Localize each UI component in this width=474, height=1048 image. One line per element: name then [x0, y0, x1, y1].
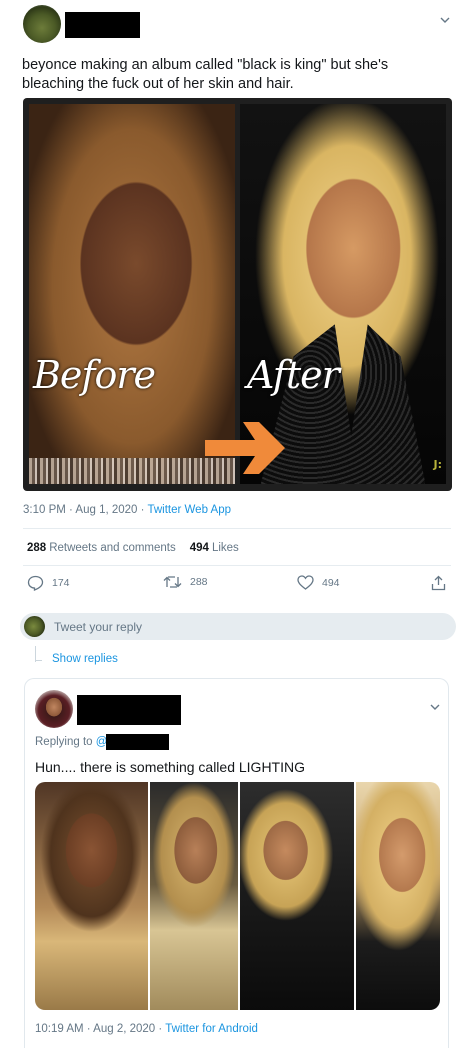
heart-icon [297, 575, 314, 590]
tweet-actions: 174 288 494 [23, 575, 451, 597]
reply-timestamp: 10:19 AM · Aug 2, 2020 · Twitter for And… [35, 1023, 258, 1035]
share-button[interactable] [431, 575, 454, 591]
watermark: J: [433, 458, 443, 471]
reply-media[interactable] [35, 782, 440, 1010]
retweet-button[interactable]: 288 [163, 575, 208, 589]
tweet-app[interactable]: Twitter Web App [147, 504, 231, 516]
replying-to-handle-redacted[interactable] [106, 734, 169, 750]
divider [23, 565, 451, 566]
thread-connector [35, 660, 42, 661]
reply-icon [27, 575, 44, 591]
retweet-icon [163, 576, 182, 588]
retweets-label[interactable]: Retweets and comments [49, 542, 176, 554]
reply-photo-4[interactable] [356, 782, 440, 1010]
retweet-count: 288 [190, 576, 208, 588]
meta-separator: · [155, 1023, 166, 1035]
tweet-media[interactable]: Before After J: [23, 98, 452, 491]
reply-author-name-redacted[interactable] [77, 695, 181, 725]
reply-photo-3[interactable] [240, 782, 354, 1010]
likes-count[interactable]: 494 [190, 542, 209, 554]
tweet-time[interactable]: 3:10 PM · Aug 1, 2020 [23, 504, 137, 516]
reply-count: 174 [52, 577, 70, 589]
reply-time[interactable]: 10:19 AM · Aug 2, 2020 [35, 1023, 155, 1035]
author-name-redacted[interactable] [65, 12, 140, 38]
arrow-right-icon [205, 422, 285, 474]
author-avatar[interactable] [23, 5, 61, 43]
user-avatar [24, 616, 45, 637]
after-label: After [247, 353, 340, 397]
divider [23, 528, 451, 529]
tweet-text: beyonce making an album called "black is… [22, 57, 389, 92]
reply-tweet[interactable]: Replying to @ Hun.... there is something… [24, 678, 449, 1048]
reply-placeholder[interactable]: Tweet your reply [54, 620, 142, 634]
show-replies-link[interactable]: Show replies [52, 653, 118, 665]
tweet-timestamp: 3:10 PM · Aug 1, 2020 · Twitter Web App [23, 504, 231, 516]
reply-author-avatar[interactable] [35, 690, 73, 728]
like-button[interactable]: 494 [297, 575, 340, 590]
reply-photo-2[interactable] [150, 782, 238, 1010]
reply-photo-1[interactable] [35, 782, 148, 1010]
share-icon [431, 575, 446, 591]
reply-composer[interactable]: Tweet your reply [20, 613, 456, 640]
like-count: 494 [322, 576, 340, 589]
retweets-count[interactable]: 288 [27, 542, 46, 554]
replying-to: Replying to @ [35, 736, 107, 748]
tweet-stats: 288 Retweets and comments 494 Likes [27, 542, 239, 554]
reply-app[interactable]: Twitter for Android [165, 1023, 258, 1035]
meta-separator: · [137, 504, 148, 516]
chevron-down-icon[interactable] [440, 17, 450, 24]
likes-label[interactable]: Likes [212, 542, 239, 554]
chevron-down-icon[interactable] [430, 704, 440, 711]
reply-button[interactable]: 174 [27, 575, 70, 591]
reply-text: Hun.... there is something called LIGHTI… [35, 759, 305, 775]
replying-to-label: Replying to [35, 736, 96, 748]
before-label: Before [33, 353, 156, 397]
